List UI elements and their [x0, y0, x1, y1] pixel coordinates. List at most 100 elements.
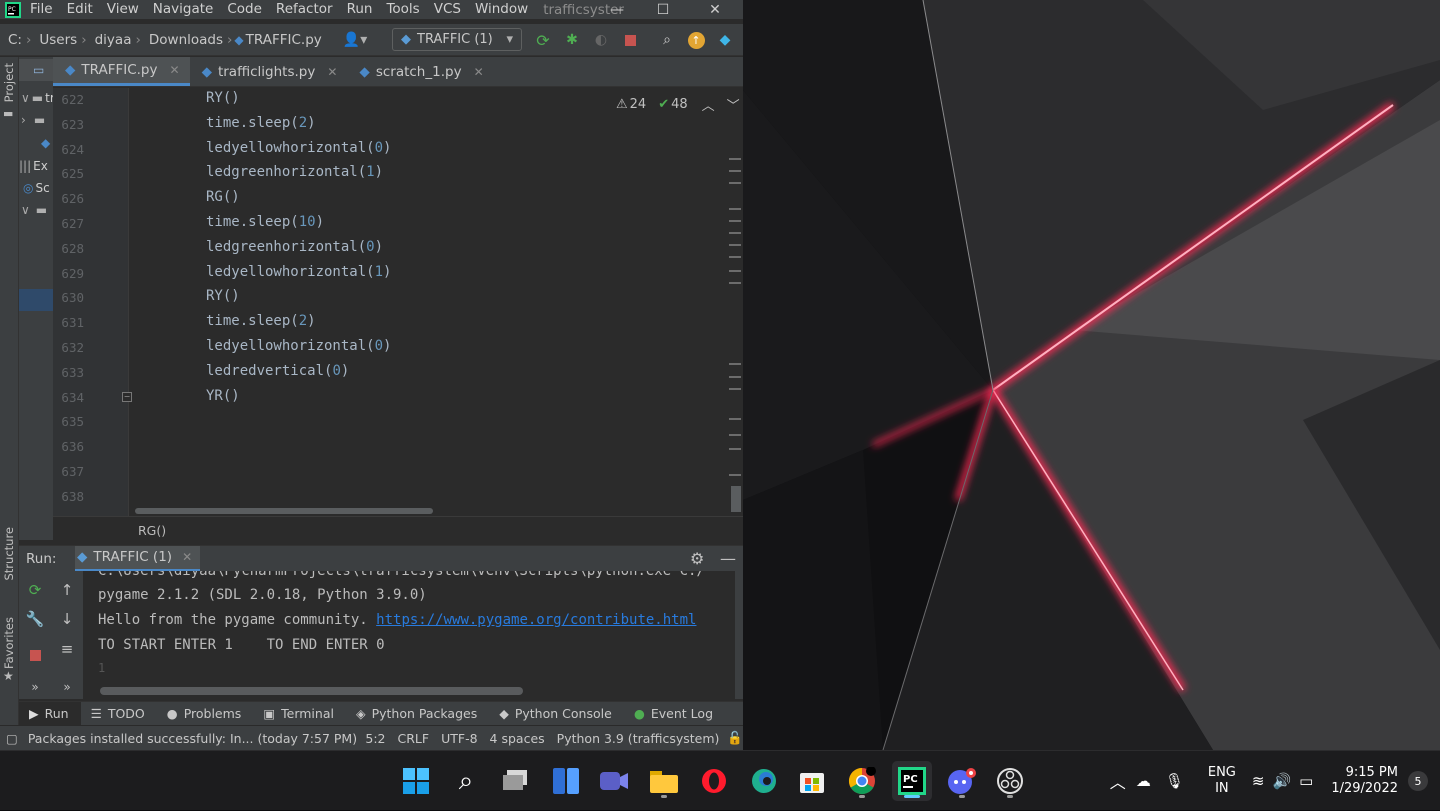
menu-edit[interactable]: Edit	[60, 0, 100, 19]
menu-run[interactable]: Run	[340, 0, 380, 19]
tree-row[interactable]: ∨ ▬ tr	[19, 87, 55, 109]
opera-button[interactable]	[694, 761, 734, 801]
clock[interactable]: 9:15 PM 1/29/2022	[1331, 765, 1398, 797]
tool-tab-problems[interactable]: ● Problems	[157, 702, 254, 726]
notification-badge[interactable]: 5	[1408, 771, 1428, 791]
tool-tab-terminal[interactable]: ▣ Terminal	[253, 702, 346, 726]
tree-row[interactable]: ||| Ex	[19, 155, 53, 177]
tool-tab-python-packages[interactable]: ◈ Python Packages	[346, 702, 489, 726]
hide-panel-icon[interactable]: —	[720, 549, 736, 568]
task-view-button[interactable]	[496, 761, 536, 801]
chevron-down-icon[interactable]: ﹀	[727, 95, 740, 114]
debug-icon[interactable]: ✱	[562, 30, 582, 50]
teams-chat-button[interactable]	[594, 761, 634, 801]
tool-tab-python-console[interactable]: ◆ Python Console	[489, 702, 624, 726]
coverage-icon[interactable]: ◐	[591, 30, 611, 50]
tree-row[interactable]: › ▬	[19, 109, 53, 131]
indentation[interactable]: 4 spaces	[484, 731, 551, 746]
search-icon[interactable]: ⌕	[657, 30, 677, 50]
pycharm-taskbar-button[interactable]: PC	[892, 761, 932, 801]
line-separator[interactable]: CRLF	[392, 731, 436, 746]
run-config-select[interactable]: ◆ TRAFFIC (1) ▾	[392, 28, 522, 51]
menu-navigate[interactable]: Navigate	[146, 0, 221, 19]
rerun-icon[interactable]: ⟳	[533, 30, 553, 50]
tree-row[interactable]: ◆	[19, 132, 53, 154]
obs-button[interactable]	[990, 761, 1030, 801]
edge-button[interactable]	[744, 761, 784, 801]
volume-icon[interactable]: 🔊	[1272, 772, 1291, 790]
menu-file[interactable]: File	[23, 0, 60, 19]
close-tab-icon[interactable]: ✕	[474, 65, 484, 79]
structure-tool-tab[interactable]: Structure	[2, 527, 16, 581]
battery-icon[interactable]: ▭	[1299, 772, 1313, 790]
console-input[interactable]: 1	[98, 661, 105, 675]
soft-wrap-icon[interactable]: ≡	[56, 638, 78, 660]
project-tool-tab[interactable]: Project	[2, 63, 16, 102]
maximize-button[interactable]: ☐	[640, 0, 686, 19]
console-vertical-scrollbar[interactable]	[735, 571, 743, 699]
breadcrumb-drive[interactable]: C:	[0, 32, 24, 48]
menu-refactor[interactable]: Refactor	[269, 0, 340, 19]
search-taskbar-button[interactable]: ⌕	[446, 761, 486, 801]
run-tab[interactable]: ◆ TRAFFIC (1) ✕	[75, 545, 201, 572]
status-message[interactable]: Packages installed successfully: In... (…	[22, 731, 360, 746]
menu-view[interactable]: View	[100, 0, 146, 19]
wrench-icon[interactable]: 🔧	[24, 608, 46, 630]
breadcrumb-file[interactable]: TRAFFIC.py	[244, 32, 324, 48]
pygame-link[interactable]: https://www.pygame.org/contribute.html	[376, 612, 696, 628]
microsoft-store-button[interactable]	[792, 761, 832, 801]
more-icon[interactable]: »	[56, 676, 78, 698]
breadcrumb-users[interactable]: Users	[33, 32, 79, 48]
lock-icon[interactable]: 🔓	[725, 730, 743, 746]
minimize-button[interactable]: —	[594, 0, 640, 19]
caret-position[interactable]: 5:2	[359, 731, 391, 746]
close-tab-icon[interactable]: ✕	[182, 550, 192, 564]
start-button[interactable]	[396, 761, 436, 801]
breadcrumb-downloads[interactable]: Downloads	[143, 32, 225, 48]
close-button[interactable]: ✕	[692, 0, 738, 19]
code-breadcrumb[interactable]: RG()	[53, 516, 743, 544]
wifi-icon[interactable]: ≋	[1252, 772, 1265, 790]
inspection-widget[interactable]: ⚠ 24 ✔ 48 ︿ ﹀	[616, 95, 740, 114]
tab-scratch-1-py[interactable]: ◆ scratch_1.py ✕	[347, 57, 493, 86]
tree-row[interactable]: ∨ ▬	[19, 199, 53, 221]
menu-vcs[interactable]: VCS	[427, 0, 468, 19]
breadcrumb-diyaa[interactable]: diyaa	[89, 32, 134, 48]
arrow-down-icon[interactable]: ↓	[56, 608, 78, 630]
editor-scroll-markers[interactable]	[729, 148, 743, 516]
console-horizontal-scrollbar[interactable]	[100, 687, 523, 695]
menu-window[interactable]: Window	[468, 0, 535, 19]
menu-tools[interactable]: Tools	[379, 0, 426, 19]
stop-icon[interactable]	[24, 644, 46, 666]
code-editor[interactable]: 622 623 624 625 626 627 628 629 630 631 632 633 634 6…	[53, 88, 743, 516]
file-encoding[interactable]: UTF-8	[435, 731, 483, 746]
update-icon[interactable]: ↑	[686, 30, 706, 50]
python-interpreter[interactable]: Python 3.9 (trafficsystem)	[551, 731, 726, 746]
chrome-button[interactable]	[842, 761, 882, 801]
file-explorer-button[interactable]	[644, 761, 684, 801]
language-indicator[interactable]: ENG IN	[1208, 765, 1236, 797]
widgets-button[interactable]	[546, 761, 586, 801]
jetbrains-toolbox-icon[interactable]: ◆	[715, 30, 735, 50]
editor-horizontal-scrollbar[interactable]	[135, 508, 433, 514]
chevron-up-icon[interactable]: ︿	[1110, 769, 1126, 793]
tree-row[interactable]: ◎ Sc	[19, 177, 53, 199]
settings-gear-icon[interactable]: ⚙	[690, 549, 704, 568]
discord-button[interactable]	[942, 761, 982, 801]
onedrive-icon[interactable]: ☁	[1136, 772, 1151, 790]
toggle-tool-windows-icon[interactable]: ▢	[0, 731, 22, 746]
breadcrumb-function[interactable]: RG()	[138, 523, 166, 538]
microphone-icon[interactable]: 🎙	[1165, 772, 1184, 790]
favorites-tool-tab[interactable]: Favorites	[2, 617, 16, 669]
tool-tab-run[interactable]: ▶ Run	[19, 701, 81, 726]
chevron-up-icon[interactable]: ︿	[702, 95, 715, 114]
tool-tab-todo[interactable]: ☰ TODO	[81, 702, 157, 726]
rerun-icon[interactable]: ⟳	[24, 579, 46, 601]
console-output[interactable]: C:\Users\diyaa\PycharmProjects\trafficsy…	[83, 571, 735, 699]
close-tab-icon[interactable]: ✕	[327, 65, 337, 79]
stop-icon[interactable]	[620, 30, 640, 50]
tree-row-selected[interactable]	[19, 289, 53, 311]
menu-code[interactable]: Code	[220, 0, 269, 19]
tab-traffic-py[interactable]: ◆ TRAFFIC.py ✕	[53, 57, 190, 86]
fold-marker-icon[interactable]: −	[122, 391, 132, 402]
